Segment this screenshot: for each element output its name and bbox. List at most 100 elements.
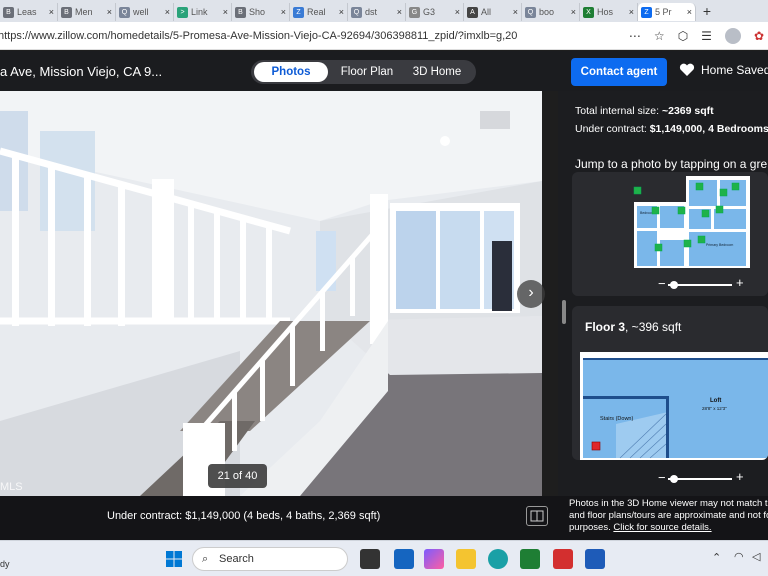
zoom-in-button[interactable]: +: [736, 275, 744, 290]
tab-favicon-icon: Q: [119, 6, 130, 18]
selected-photo-hotspot[interactable]: [591, 441, 601, 451]
zoom-out-button[interactable]: −: [658, 276, 666, 291]
expand-panel-button[interactable]: [526, 506, 548, 526]
tab-label: well: [133, 7, 149, 17]
browser-tab[interactable]: B Leas ×: [0, 3, 58, 21]
tab-floor-plan[interactable]: Floor Plan: [328, 62, 406, 82]
browser-tab[interactable]: B Sho ×: [232, 3, 290, 21]
taskbar-search[interactable]: ⌕ Search: [192, 547, 348, 571]
chevron-up-icon[interactable]: ⌃: [712, 551, 721, 564]
home-saved-label: Home Saved: [701, 63, 768, 77]
close-tab-icon[interactable]: ×: [337, 7, 344, 17]
zoom-slider-knob[interactable]: [670, 281, 678, 289]
tab-label: All: [481, 7, 492, 17]
copilot-app-icon[interactable]: [424, 549, 444, 569]
close-tab-icon[interactable]: ×: [105, 7, 112, 17]
floorplan-map-2[interactable]: Bedroom Primary Bedroom: [632, 174, 752, 270]
outlook-icon[interactable]: [394, 549, 414, 569]
close-tab-icon[interactable]: ×: [627, 7, 634, 17]
browser-tab[interactable]: Qdst ×: [348, 3, 406, 21]
tab-label: Link: [191, 7, 208, 17]
browser-tab[interactable]: G G3 ×: [406, 3, 464, 21]
acrobat-icon[interactable]: [553, 549, 573, 569]
close-tab-icon[interactable]: ×: [453, 7, 460, 17]
gallery-footer: Under contract: $1,149,000 (4 beds, 4 ba…: [0, 496, 768, 540]
listing-photo[interactable]: [0, 91, 542, 496]
photo-hotspot[interactable]: [651, 206, 660, 215]
mls-watermark: MLS: [0, 481, 23, 493]
wifi-icon[interactable]: ◠: [734, 550, 744, 563]
profile-avatar[interactable]: [724, 27, 741, 44]
browser-tab[interactable]: X Hos ×: [580, 3, 638, 21]
browser-tab[interactable]: B Men ×: [58, 3, 116, 21]
task-view-icon[interactable]: [360, 549, 380, 569]
more-icon[interactable]: ⋯: [629, 29, 641, 43]
close-tab-icon[interactable]: ×: [163, 7, 170, 17]
floorplan-map-3[interactable]: Loft 28'8" x 12'3" Stairs (Down): [580, 352, 768, 460]
windows-start-icon[interactable]: [164, 549, 184, 569]
search-icon: ⌕: [202, 553, 209, 565]
photo-hotspot[interactable]: [683, 239, 692, 248]
floorplan-card-2[interactable]: Bedroom Primary Bedroom − +: [572, 172, 768, 296]
status-text: dy: [0, 559, 10, 569]
photo-hotspot[interactable]: [633, 186, 642, 195]
close-tab-icon[interactable]: ×: [47, 7, 54, 17]
tab-label: Real: [307, 7, 326, 17]
star-icon[interactable]: ☆: [654, 29, 665, 43]
photo-hotspot[interactable]: [715, 205, 724, 214]
floorplan-card-3[interactable]: Floor 3, ~396 sqft Loft 28'8" x 12'3" St…: [572, 306, 768, 460]
taskbar-search-label: Search: [219, 553, 254, 565]
close-tab-icon[interactable]: ×: [569, 7, 576, 17]
contact-agent-button[interactable]: Contact agent: [571, 58, 667, 86]
sidebar-scrollbar[interactable]: [562, 300, 566, 324]
photo-hotspot[interactable]: [677, 206, 686, 215]
contract-value: $1,149,000, 4: [649, 123, 714, 135]
contract-label: Under contract:: [575, 123, 647, 135]
close-tab-icon[interactable]: ×: [511, 7, 518, 17]
volume-icon[interactable]: ◁: [752, 550, 760, 563]
photo-hotspot[interactable]: [701, 209, 710, 218]
excel-icon[interactable]: [520, 549, 540, 569]
photo-hotspot[interactable]: [697, 235, 706, 244]
floor-3-title: Floor 3: [585, 320, 626, 334]
photo-hotspot[interactable]: [731, 182, 740, 191]
tab-favicon-icon: A: [467, 6, 478, 18]
file-explorer-icon[interactable]: [456, 549, 476, 569]
close-tab-icon[interactable]: ×: [221, 7, 228, 17]
browser-tab[interactable]: Qboo ×: [522, 3, 580, 21]
word-icon[interactable]: [585, 549, 605, 569]
photo-hotspot[interactable]: [695, 182, 704, 191]
close-tab-icon[interactable]: ×: [685, 7, 692, 17]
tab-favicon-icon: X: [583, 6, 594, 18]
zoom-out-button[interactable]: −: [658, 470, 666, 485]
new-tab-button[interactable]: +: [696, 3, 718, 19]
close-tab-icon[interactable]: ×: [395, 7, 402, 17]
photo-hotspot[interactable]: [654, 243, 663, 252]
edge-icon[interactable]: [488, 549, 508, 569]
favorites-icon[interactable]: ☰: [701, 29, 712, 43]
browser-tab[interactable]: > Link ×: [174, 3, 232, 21]
view-switcher: Photos Floor Plan 3D Home: [251, 60, 476, 84]
tab-3d-home[interactable]: 3D Home: [406, 62, 468, 82]
browser-tab[interactable]: Z5 Pr ×: [638, 3, 696, 21]
tab-photos[interactable]: Photos: [254, 62, 328, 82]
copilot-icon[interactable]: ✿: [754, 29, 764, 43]
tab-favicon-icon: B: [235, 6, 246, 18]
browser-tab[interactable]: Z Real ×: [290, 3, 348, 21]
zoom-in-button[interactable]: +: [736, 469, 744, 484]
home-saved-button[interactable]: Home Saved: [679, 63, 768, 77]
contract-line: Under contract: $1,149,000, 4 Bedrooms: [575, 123, 768, 135]
url-field[interactable]: https://www.zillow.com/homedetails/5-Pro…: [0, 30, 629, 42]
browser-tab[interactable]: Qwell ×: [116, 3, 174, 21]
close-tab-icon[interactable]: ×: [279, 7, 286, 17]
room-label-loft-dims: 28'8" x 12'3": [702, 406, 727, 411]
room-label-stairs: Stairs (Down): [600, 416, 633, 422]
zoom-slider-knob[interactable]: [670, 475, 678, 483]
source-details-link[interactable]: Click for source details.: [613, 522, 711, 533]
next-photo-button[interactable]: ›: [517, 280, 545, 308]
disclaimer-text: Photos in the 3D Home viewer may not mat…: [569, 498, 768, 534]
photo-hotspot[interactable]: [719, 188, 728, 197]
tab-label: Sho: [249, 7, 266, 17]
extensions-icon[interactable]: ⬡: [678, 29, 688, 43]
browser-tab[interactable]: A All ×: [464, 3, 522, 21]
